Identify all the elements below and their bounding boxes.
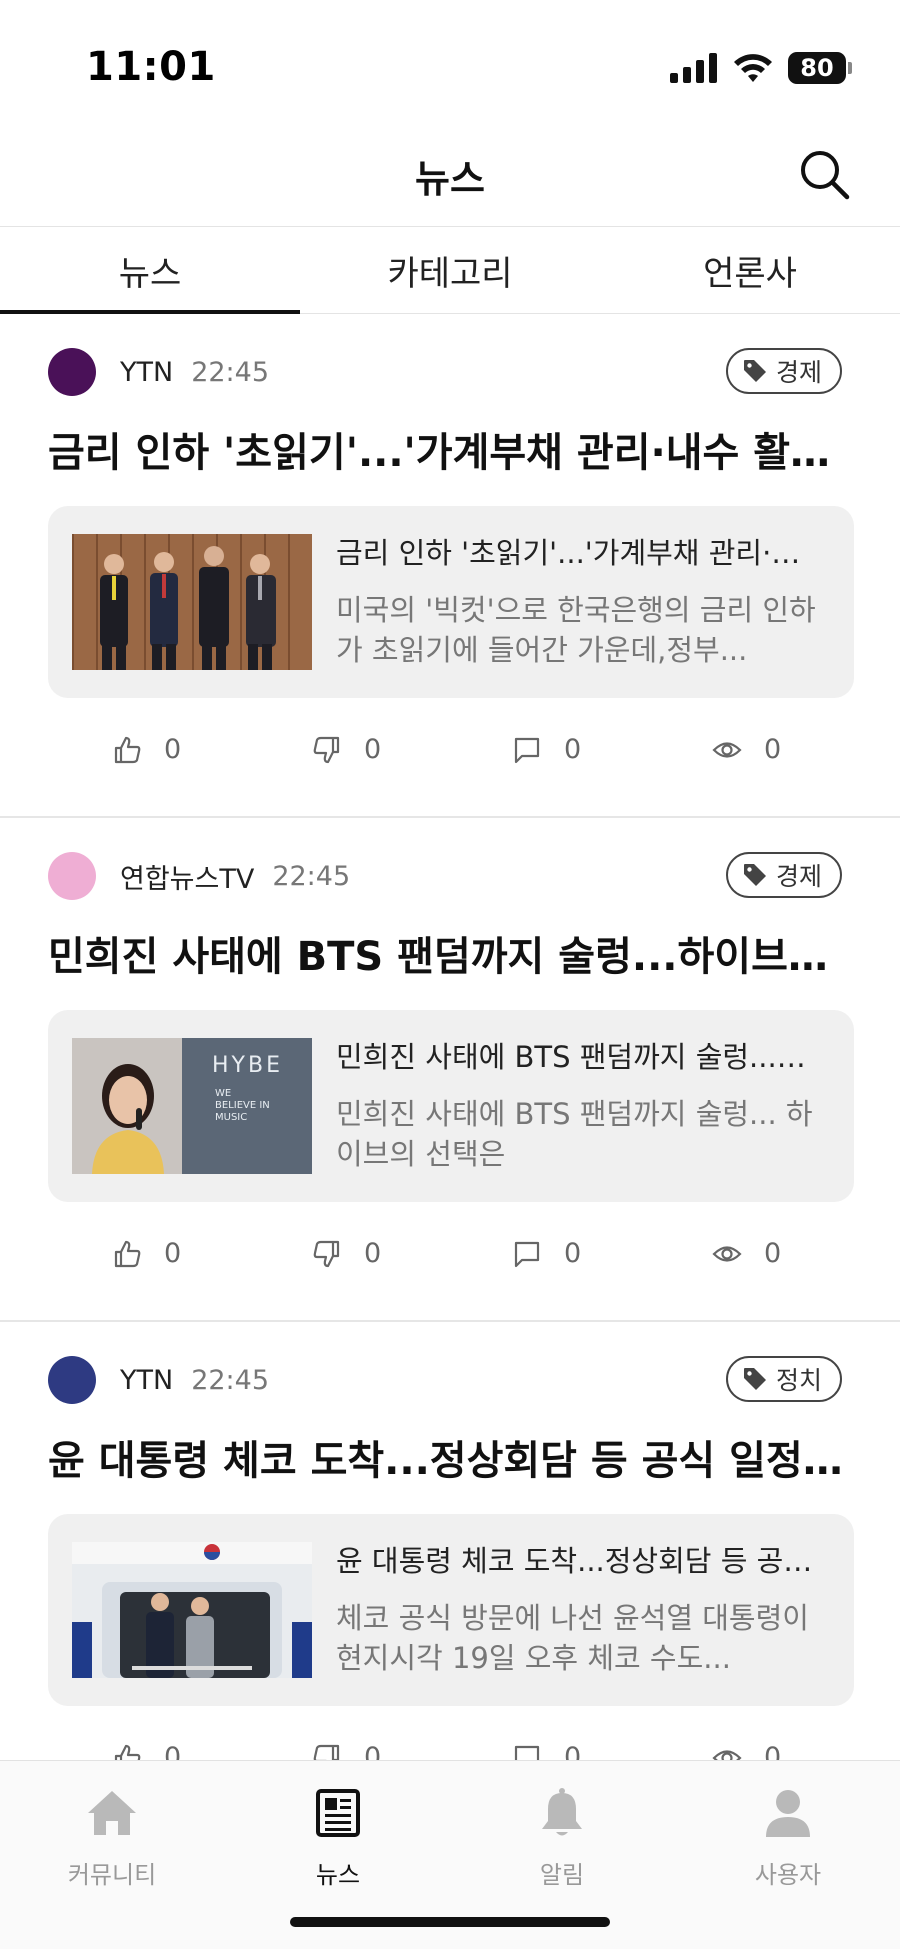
- preview-description: 체코 공식 방문에 나선 윤석열 대통령이 현지시각 19일 오후 체코 수도.…: [336, 1601, 809, 1675]
- press-name: YTN: [120, 1364, 174, 1396]
- view-stat: 0: [712, 1238, 781, 1269]
- like-button[interactable]: 0: [112, 1238, 181, 1269]
- tab-news[interactable]: 뉴스: [0, 227, 300, 314]
- article-thumbnail: HYBE WE BELIEVE IN MUSIC: [72, 1038, 312, 1174]
- nav-news[interactable]: 뉴스: [258, 1785, 418, 1890]
- press-name: 연합뉴스TV: [120, 863, 255, 895]
- comment-count: 0: [564, 1238, 582, 1269]
- comment-icon: [514, 1241, 540, 1267]
- category-tag-label: 경제: [775, 862, 822, 891]
- tag-icon: [743, 864, 766, 886]
- preview-title: 윤 대통령 체코 도착...정상회담 등 공식 일정 시작: [336, 1544, 826, 1578]
- comment-button[interactable]: 0: [512, 1238, 581, 1269]
- signal-icon: [670, 53, 717, 83]
- tab-category[interactable]: 카테고리: [300, 227, 600, 313]
- battery-level: 80: [788, 52, 846, 84]
- preview-title: 금리 인하 '초읽기'...'가계부채 관리·내수 활성화': [336, 536, 826, 570]
- view-stat: 0: [712, 734, 781, 765]
- card-meta: YTN 22:45: [48, 1356, 269, 1404]
- article-headline[interactable]: 금리 인하 '초읽기'...'가계부채 관리·내수 활성화': [48, 420, 856, 478]
- thumbs-down-icon: [313, 1240, 340, 1267]
- article-headline[interactable]: 민희진 사태에 BTS 팬덤까지 술렁...하이브의 선택은: [48, 924, 856, 982]
- app-header: 뉴스: [0, 130, 900, 226]
- preview-title: 민희진 사태에 BTS 팬덤까지 술렁...하이브의 선택은: [336, 1040, 826, 1074]
- news-card[interactable]: 연합뉴스TV 22:45 경제 민희진 사태에 BTS 팬덤까지 술렁...하이…: [0, 818, 900, 1322]
- dislike-count: 0: [364, 1238, 382, 1269]
- category-tag-label: 경제: [775, 358, 822, 387]
- card-meta: 연합뉴스TV 22:45: [48, 852, 350, 900]
- newspaper-icon: [316, 1789, 360, 1837]
- comment-count: 0: [564, 734, 582, 765]
- nav-label: 뉴스: [315, 1861, 361, 1889]
- publish-time: 22:45: [191, 356, 269, 388]
- nav-user[interactable]: 사용자: [708, 1785, 868, 1890]
- thumbs-up-icon: [114, 1240, 141, 1267]
- dislike-count: 0: [364, 734, 382, 765]
- user-icon: [766, 1790, 810, 1837]
- article-preview[interactable]: 금리 인하 '초읽기'...'가계부채 관리·내수 활성화' 미국의 '빅컷'으…: [48, 506, 854, 698]
- article-preview[interactable]: 윤 대통령 체코 도착...정상회담 등 공식 일정 시작 체코 공식 방문에 …: [48, 1514, 854, 1706]
- thumb-slogan-1: WE: [215, 1088, 231, 1099]
- eye-icon: [712, 741, 742, 758]
- search-icon[interactable]: [796, 146, 852, 202]
- thumbs-down-icon: [313, 736, 340, 763]
- preview-description: 민희진 사태에 BTS 팬덤까지 술렁... 하이브의 선택은: [336, 1097, 813, 1171]
- nav-label: 사용자: [754, 1861, 822, 1889]
- status-time: 11:01: [86, 44, 216, 90]
- preview-description: 미국의 '빅컷'으로 한국은행의 금리 인하가 초읽기에 들어간 가운데,정부.…: [336, 593, 816, 667]
- card-actions: 0 0 0 0: [0, 734, 900, 794]
- like-count: 0: [164, 734, 182, 765]
- view-count: 0: [764, 1238, 782, 1269]
- article-thumbnail: [72, 1542, 312, 1678]
- tag-icon: [743, 1368, 766, 1390]
- eye-icon: [712, 1245, 742, 1262]
- press-avatar: [48, 852, 96, 900]
- status-icons: 80: [670, 52, 852, 84]
- press-avatar: [48, 1356, 96, 1404]
- publish-time: 22:45: [272, 860, 351, 892]
- bell-icon: [542, 1788, 582, 1836]
- tab-bar: 뉴스 카테고리 언론사: [0, 226, 900, 314]
- page-title: 뉴스: [415, 157, 485, 201]
- view-count: 0: [764, 734, 782, 765]
- comment-button[interactable]: 0: [512, 734, 581, 765]
- article-headline[interactable]: 윤 대통령 체코 도착...정상회담 등 공식 일정 시작: [48, 1428, 856, 1486]
- article-preview[interactable]: HYBE WE BELIEVE IN MUSIC 민희진 사태에 BTS 팬덤까…: [48, 1010, 854, 1202]
- home-indicator: [290, 1917, 610, 1927]
- comment-icon: [514, 737, 540, 763]
- publish-time: 22:45: [191, 1364, 269, 1396]
- nav-notifications[interactable]: 알림: [482, 1785, 642, 1890]
- dislike-button[interactable]: 0: [312, 1238, 381, 1269]
- like-button[interactable]: 0: [112, 734, 181, 765]
- thumbs-up-icon: [114, 736, 141, 763]
- thumb-slogan-2: BELIEVE IN: [215, 1100, 270, 1111]
- home-icon: [88, 1791, 136, 1835]
- nav-community[interactable]: 커뮤니티: [32, 1785, 192, 1890]
- thumb-slogan-3: MUSIC: [215, 1112, 247, 1123]
- card-actions: 0 0 0 0: [0, 1238, 900, 1298]
- category-tag-label: 정치: [775, 1366, 822, 1395]
- nav-label: 알림: [539, 1861, 585, 1889]
- battery-icon: 80: [788, 52, 852, 84]
- dislike-button[interactable]: 0: [312, 734, 381, 765]
- status-bar: 11:01 80: [0, 0, 900, 120]
- thumb-brand: HYBE: [212, 1053, 283, 1078]
- category-tag[interactable]: 경제: [725, 348, 842, 394]
- nav-label: 커뮤니티: [67, 1861, 157, 1889]
- category-tag[interactable]: 정치: [725, 1356, 842, 1402]
- news-card[interactable]: YTN 22:45 정치 윤 대통령 체코 도착...정상회담 등 공식 일정 …: [0, 1322, 900, 1826]
- news-feed: YTN 22:45 경제 금리 인하 '초읽기'...'가계부채 관리·내수 활…: [0, 314, 900, 1826]
- press-avatar: [48, 348, 96, 396]
- wifi-icon: [734, 54, 772, 82]
- like-count: 0: [164, 1238, 182, 1269]
- tab-press[interactable]: 언론사: [600, 227, 900, 313]
- category-tag[interactable]: 경제: [725, 852, 842, 898]
- news-card[interactable]: YTN 22:45 경제 금리 인하 '초읽기'...'가계부채 관리·내수 활…: [0, 314, 900, 818]
- article-thumbnail: [72, 534, 312, 670]
- card-meta: YTN 22:45: [48, 348, 269, 396]
- tag-icon: [743, 360, 766, 382]
- press-name: YTN: [120, 356, 174, 388]
